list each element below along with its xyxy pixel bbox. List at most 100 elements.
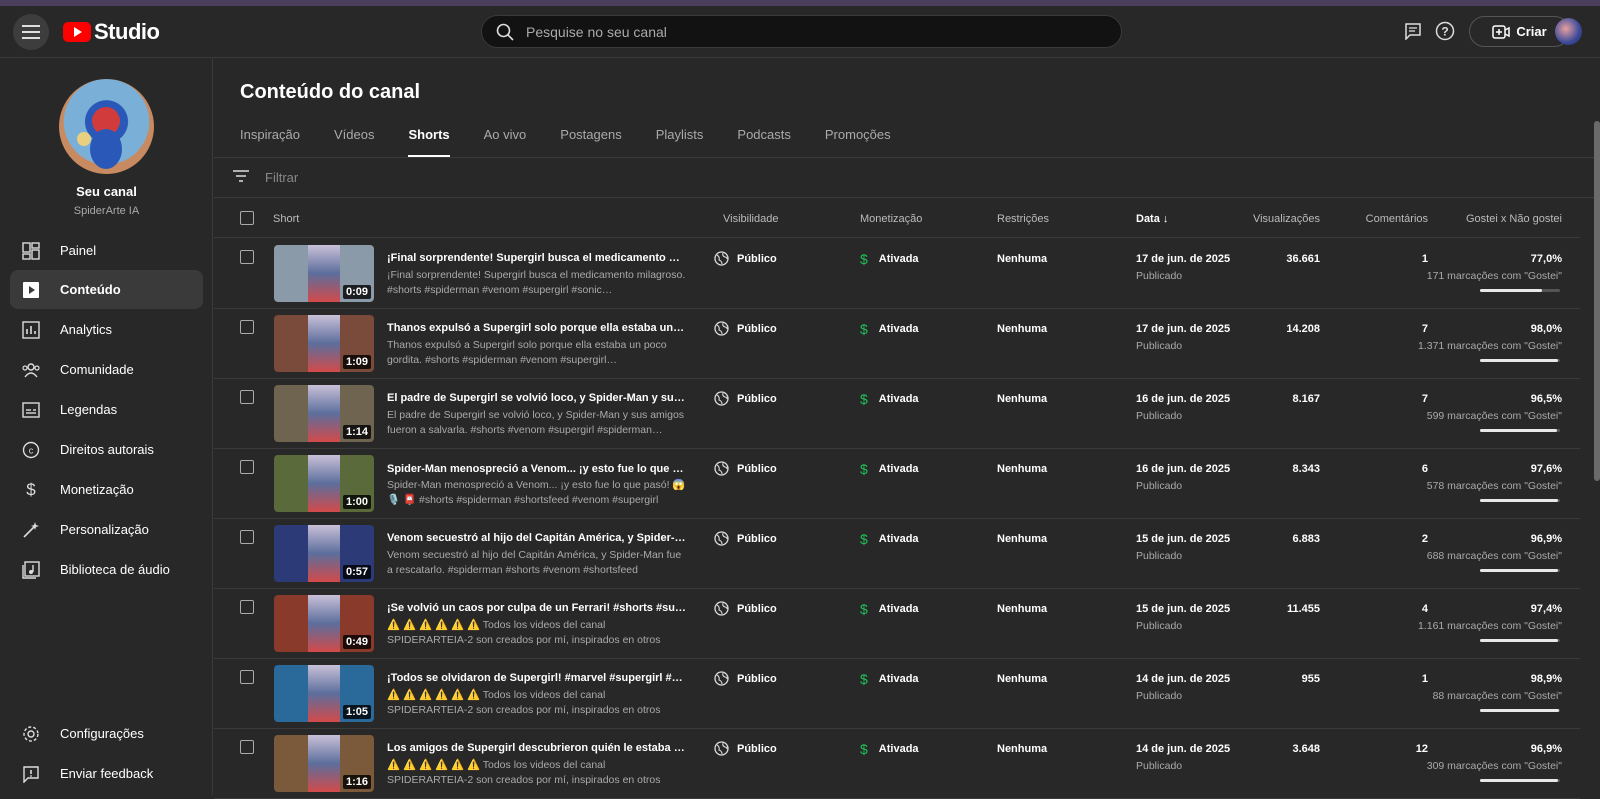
likes-count: 1.161 marcações com "Gostei" [1417,620,1562,632]
short-title[interactable]: Thanos expulsó a Supergirl solo porque e… [387,322,687,334]
restrictions-cell: Nenhuma [997,673,1048,685]
sidebar-item-analytics[interactable]: Analytics [10,310,203,349]
monetization-cell[interactable]: $ Ativada [860,671,919,687]
visibility-cell[interactable]: Público [714,391,777,406]
search-bar[interactable] [481,15,1122,48]
monetization-cell[interactable]: $ Ativada [860,741,919,757]
sidebar-item-legendas[interactable]: Legendas [10,390,203,429]
short-title[interactable]: Los amigos de Supergirl descubrieron qui… [387,742,687,754]
monetization-cell[interactable]: $ Ativada [860,531,919,547]
table-row[interactable]: 0:49 ¡Se volvió un caos por culpa de un … [214,589,1580,659]
table-row[interactable]: 1:09 Thanos expulsó a Supergirl solo por… [214,309,1580,379]
visibility-cell[interactable]: Público [714,461,777,476]
short-thumbnail[interactable]: 0:49 [274,595,374,652]
monetization-cell[interactable]: $ Ativada [860,321,919,337]
short-thumbnail[interactable]: 0:09 [274,245,374,302]
row-checkbox[interactable] [240,250,254,264]
monetization-cell[interactable]: $ Ativada [860,461,919,477]
globe-icon [714,321,729,336]
filter-input[interactable] [265,170,765,185]
sidebar-item-direitos-autorais[interactable]: c Direitos autorais [10,430,203,469]
short-thumbnail[interactable]: 1:14 [274,385,374,442]
sidebar-item-painel[interactable]: Painel [10,231,203,270]
tab-promocoes[interactable]: Promoções [825,127,891,157]
sidebar-item-personalizacao[interactable]: Personalização [10,510,203,549]
table-row[interactable]: 1:16 Los amigos de Supergirl descubriero… [214,729,1580,799]
row-checkbox[interactable] [240,530,254,544]
comments-cell[interactable]: 4 [1422,603,1428,615]
row-checkbox[interactable] [240,320,254,334]
sidebar-item-label: Direitos autorais [60,442,154,457]
col-date[interactable]: Data ↓ [1136,213,1168,225]
help-icon[interactable]: ? [1433,19,1457,43]
short-thumbnail[interactable]: 0:57 [274,525,374,582]
account-avatar[interactable] [1555,18,1582,45]
tab-postagens[interactable]: Postagens [560,127,621,157]
tab-playlists[interactable]: Playlists [656,127,704,157]
table-header: Short Visibilidade Monetização Restriçõe… [214,198,1580,238]
search-input[interactable] [526,23,1086,40]
select-all-checkbox[interactable] [240,211,254,225]
table-row[interactable]: 1:00 Spider-Man menospreció a Venom... ¡… [214,449,1580,519]
comments-icon[interactable] [1401,19,1425,43]
table-row[interactable]: 1:05 ¡Todos se olvidaron de Supergirl! #… [214,659,1580,729]
sidebar-item-monetizacao[interactable]: $ Monetização [10,470,203,509]
short-title[interactable]: ¡Todos se olvidaron de Supergirl! #marve… [387,672,687,684]
short-thumbnail[interactable]: 1:09 [274,315,374,372]
short-title[interactable]: ¡Final sorprendente! Supergirl busca el … [387,252,687,264]
menu-button[interactable] [13,14,49,50]
short-thumbnail[interactable]: 1:05 [274,665,374,722]
visibility-cell[interactable]: Público [714,601,777,616]
visibility-cell[interactable]: Público [714,741,777,756]
row-checkbox[interactable] [240,600,254,614]
filter-icon[interactable] [233,169,249,187]
col-monetization: Monetização [860,213,923,225]
table-row[interactable]: 0:09 ¡Final sorprendente! Supergirl busc… [214,239,1580,309]
comments-cell[interactable]: 1 [1422,673,1428,685]
sidebar-item-conteudo[interactable]: Conteúdo [10,270,203,309]
tab-ao-vivo[interactable]: Ao vivo [484,127,527,157]
comments-cell[interactable]: 2 [1422,533,1428,545]
row-checkbox[interactable] [240,740,254,754]
short-thumbnail[interactable]: 1:16 [274,735,374,792]
row-checkbox[interactable] [240,460,254,474]
comments-cell[interactable]: 7 [1422,393,1428,405]
table-row[interactable]: 0:57 Venom secuestró al hijo del Capitán… [214,519,1580,589]
visibility-cell[interactable]: Público [714,531,777,546]
sidebar-item-label: Comunidade [60,362,134,377]
short-title[interactable]: Venom secuestró al hijo del Capitán Amér… [387,532,687,544]
sidebar-item-configuracoes[interactable]: Configurações [10,714,203,753]
comments-cell[interactable]: 7 [1422,323,1428,335]
short-title[interactable]: ¡Se volvió un caos por culpa de un Ferra… [387,602,687,614]
monetization-cell[interactable]: $ Ativada [860,391,919,407]
sidebar-item-comunidade[interactable]: Comunidade [10,350,203,389]
sidebar-item-enviar-feedback[interactable]: Enviar feedback [10,754,203,793]
monetization-cell[interactable]: $ Ativada [860,251,919,267]
like-ratio-bar [1480,569,1560,572]
visibility-cell[interactable]: Público [714,321,777,336]
tab-videos[interactable]: Vídeos [334,127,374,157]
hamburger-icon [22,25,40,39]
likes-count: 309 marcações com "Gostei" [1426,760,1562,772]
studio-logo[interactable]: Studio [63,19,160,45]
comments-cell[interactable]: 12 [1416,743,1428,755]
tab-inspiracao[interactable]: Inspiração [240,127,300,157]
short-title[interactable]: Spider-Man menospreció a Venom... ¡y est… [387,462,687,475]
channel-avatar[interactable] [59,79,154,174]
scrollbar[interactable] [1594,121,1600,481]
row-checkbox[interactable] [240,670,254,684]
tab-podcasts[interactable]: Podcasts [737,127,790,157]
row-checkbox[interactable] [240,390,254,404]
visibility-cell[interactable]: Público [714,671,777,686]
visibility-cell[interactable]: Público [714,251,777,266]
sidebar-item-biblioteca-de-audio[interactable]: Biblioteca de áudio [10,550,203,589]
like-ratio-bar [1480,639,1560,642]
table-row[interactable]: 1:14 El padre de Supergirl se volvió loc… [214,379,1580,449]
tab-shorts[interactable]: Shorts [408,127,450,157]
comments-cell[interactable]: 6 [1422,463,1428,475]
visibility-label: Público [737,742,777,755]
monetization-cell[interactable]: $ Ativada [860,601,919,617]
short-thumbnail[interactable]: 1:00 [274,455,374,512]
short-title[interactable]: El padre de Supergirl se volvió loco, y … [387,392,687,404]
comments-cell[interactable]: 1 [1422,253,1428,265]
